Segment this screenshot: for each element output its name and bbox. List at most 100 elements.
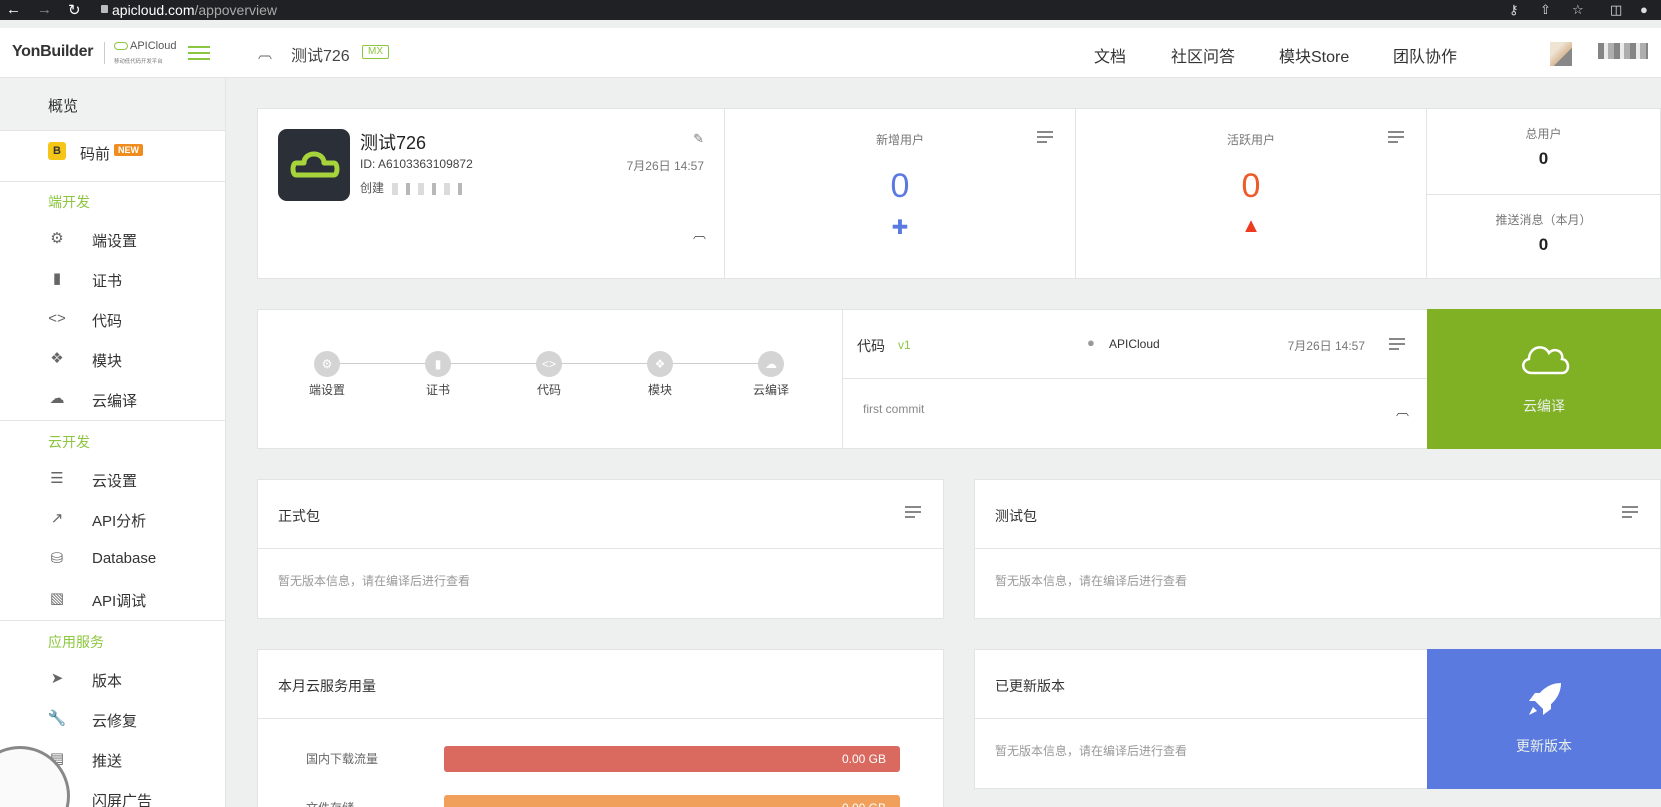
new-users-label: 新增用户 <box>875 133 924 147</box>
sidebar-item-versions[interactable]: ➤ 版本 <box>0 661 225 697</box>
back-icon[interactable]: ← <box>6 1 21 18</box>
user-name-blurred[interactable] <box>1598 43 1648 59</box>
expand-chevron-icon[interactable]: ︹ <box>1396 400 1409 419</box>
lock-icon <box>101 5 108 13</box>
user-icon: ● <box>1087 335 1095 350</box>
sidebar-item-client-settings[interactable]: ⚙ 端设置 <box>0 221 225 257</box>
total-users-value: 0 <box>1538 149 1549 168</box>
nav-docs[interactable]: 文档 <box>1094 43 1126 67</box>
sidebar-item-label: 推送 <box>92 753 123 770</box>
app-info-card: 测试726 ✎ ID: A6103363109872 7月26日 14:57 创… <box>257 108 725 279</box>
project-switch-chevron-icon[interactable]: ︹ <box>258 43 272 63</box>
new-badge: NEW <box>114 144 143 156</box>
usage-label: 国内下载流量 <box>306 752 379 766</box>
update-version-label: 更新版本 <box>1516 738 1572 754</box>
mq-icon: B <box>48 142 66 160</box>
puzzle-icon: ❖ <box>50 350 64 367</box>
menu-icon[interactable] <box>1037 131 1053 143</box>
url-host: apicloud.com <box>112 2 195 18</box>
step-client-settings[interactable]: ⚙ 端设置 <box>297 351 357 398</box>
expand-chevron-icon[interactable]: ︹ <box>693 223 706 242</box>
sidebar-item-label: 版本 <box>92 673 123 690</box>
profile-icon[interactable]: ● <box>1640 2 1648 17</box>
database-icon: ⛁ <box>50 550 64 567</box>
forward-icon[interactable]: → <box>37 1 52 18</box>
sidebar-item-cloud-fix[interactable]: 🔧 云修复 <box>0 701 225 737</box>
nav-team[interactable]: 团队协作 <box>1393 43 1457 67</box>
code-card: 代码 v1 ● APICloud 7月26日 14:57 first commi… <box>842 309 1428 449</box>
usage-bar: 0.00 GB <box>444 795 900 807</box>
test-package-empty: 暂无版本信息，请在编译后进行查看 <box>995 574 1188 588</box>
step-certificate[interactable]: ▮ 证书 <box>408 351 468 398</box>
step-label: 模块 <box>647 383 672 397</box>
wrench-icon: 🔧 <box>47 710 67 727</box>
release-package-empty: 暂无版本信息，请在编译后进行查看 <box>278 574 471 588</box>
menu-toggle-icon[interactable] <box>188 46 210 62</box>
sliders-icon: ☰ <box>50 470 64 487</box>
rocket-icon: ➤ <box>50 670 64 687</box>
menu-icon[interactable] <box>1388 131 1404 143</box>
sidebar-item-modules[interactable]: ❖ 模块 <box>0 341 225 377</box>
updated-versions-card: 已更新版本 暂无版本信息，请在编译后进行查看 <box>974 649 1428 789</box>
section-title-client: 端开发 <box>48 194 90 210</box>
sidebar-item-cloud-compile[interactable]: ☁ 云编译 <box>0 381 225 417</box>
updated-versions-title: 已更新版本 <box>995 678 1065 694</box>
sidebar-item-code[interactable]: <> 代码 <box>0 301 225 337</box>
step-cloud-compile[interactable]: ☁ 云编译 <box>741 351 801 398</box>
key-icon[interactable]: ⚷ <box>1509 2 1519 18</box>
sidebar-item-mq[interactable]: B 码前 NEW <box>0 134 225 170</box>
update-version-button[interactable]: 更新版本 <box>1427 649 1661 789</box>
sidebar-item-label: 代码 <box>92 313 123 330</box>
cloud-icon: ☁ <box>49 390 65 407</box>
url-path: /appoverview <box>194 2 278 18</box>
logo-divider <box>104 42 105 64</box>
sidebar-item-certificate[interactable]: ▮ 证书 <box>0 261 225 297</box>
sidebar-item-cloud-settings[interactable]: ☰ 云设置 <box>0 461 225 497</box>
certificate-icon: ▮ <box>425 351 451 377</box>
code-version: v1 <box>898 338 911 352</box>
share-icon[interactable]: ⇧ <box>1540 2 1551 18</box>
app-header: YonBuilder APICloud 移动低代码开发平台 ︹ 测试726 MX… <box>0 28 1661 78</box>
sidebar-item-label: Database <box>92 550 157 567</box>
test-package-card: 测试包 暂无版本信息，请在编译后进行查看 <box>974 479 1661 619</box>
sidebar-item-label: 模块 <box>92 353 123 370</box>
sidebar-item-overview[interactable]: 概览 <box>0 78 225 130</box>
menu-icon[interactable] <box>1622 506 1638 518</box>
cloud-logo-icon <box>114 42 128 51</box>
push-month-label: 推送消息（本月） <box>1495 213 1592 227</box>
sidebar-item-label: 闪屏广告 <box>92 793 153 807</box>
menu-icon[interactable] <box>905 506 921 518</box>
sidepanel-icon[interactable]: ◫ <box>1610 2 1622 18</box>
yonbuilder-logo[interactable]: YonBuilder <box>12 43 93 61</box>
star-icon[interactable]: ☆ <box>1572 2 1584 18</box>
nav-community[interactable]: 社区问答 <box>1171 43 1235 67</box>
code-author: APICloud <box>1109 337 1160 351</box>
code-date: 7月26日 14:57 <box>1287 339 1365 353</box>
edit-icon[interactable]: ✎ <box>693 131 704 147</box>
sidebar-item-label: 码前 <box>80 146 111 163</box>
nav-module-store[interactable]: 模块Store <box>1279 43 1349 67</box>
creator-blurred <box>384 182 465 195</box>
step-label: 证书 <box>425 383 450 397</box>
divider <box>0 130 225 131</box>
code-title: 代码 <box>857 338 885 354</box>
sidebar-item-database[interactable]: ⛁ Database <box>0 541 225 577</box>
project-name[interactable]: 测试726 <box>291 42 350 66</box>
sidebar-item-api-analytics[interactable]: ↗ API分析 <box>0 501 225 537</box>
avatar[interactable] <box>1550 42 1572 66</box>
usage-bar: 0.00 GB <box>444 746 900 772</box>
total-users-card: 总用户 0 <box>1426 108 1661 195</box>
divider <box>0 620 225 621</box>
sidebar-item-label: API调试 <box>92 593 147 610</box>
chart-icon: ↗ <box>50 510 64 527</box>
browser-toolbar: ← → ↻ apicloud.com/appoverview ⚷ ⇧ ☆ ◫ ● <box>0 0 1661 20</box>
reload-icon[interactable]: ↻ <box>68 1 81 19</box>
sidebar-item-api-debug[interactable]: ▧ API调试 <box>0 581 225 617</box>
step-label: 代码 <box>536 383 561 397</box>
step-modules[interactable]: ❖ 模块 <box>630 351 690 398</box>
certificate-icon: ▮ <box>52 270 62 287</box>
step-code[interactable]: <> 代码 <box>519 351 579 398</box>
address-bar[interactable]: apicloud.com/appoverview <box>112 2 277 18</box>
menu-icon[interactable] <box>1389 338 1405 350</box>
cloud-compile-button[interactable]: 云编译 <box>1427 309 1661 449</box>
